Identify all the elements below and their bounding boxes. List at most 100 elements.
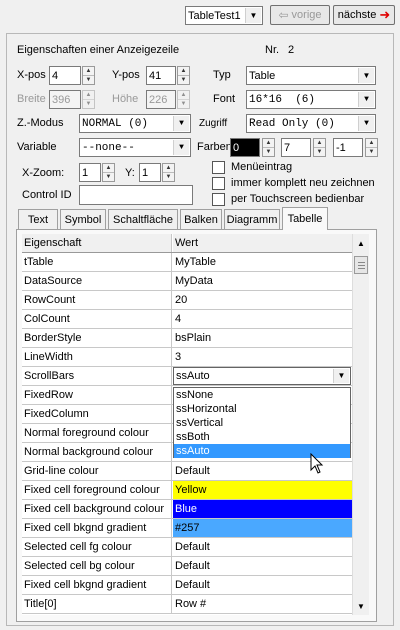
property-value[interactable]: Default: [173, 557, 352, 575]
table-row[interactable]: Selected cell bg colour Default: [22, 557, 352, 576]
menue-checkbox[interactable]: [212, 161, 225, 174]
table-row[interactable]: Grid-line colour Default: [22, 462, 352, 481]
xzoom-stepper[interactable]: ▲ ▼: [102, 163, 115, 182]
property-value[interactable]: 20: [173, 291, 352, 309]
farbe2-input[interactable]: 7: [281, 138, 311, 157]
xpos-stepper[interactable]: ▲ ▼: [82, 66, 95, 85]
property-value[interactable]: Yellow: [173, 481, 352, 499]
table-row[interactable]: BorderStyle bsPlain: [22, 329, 352, 348]
record-select[interactable]: TableTest1 ▼: [185, 6, 263, 25]
variable-select[interactable]: --none-- ▼: [79, 138, 191, 157]
prev-button[interactable]: ⇦ vorige: [270, 5, 330, 25]
scrollbars-select[interactable]: ssAuto ▼: [173, 367, 352, 385]
property-name: ScrollBars: [22, 367, 172, 385]
farbe3-input[interactable]: -1: [333, 138, 363, 157]
property-name: Title[0]: [22, 595, 172, 613]
table-row[interactable]: tTable MyTable: [22, 253, 352, 272]
table-row[interactable]: Fixed cell bkgnd gradient Default: [22, 576, 352, 595]
yzoom-input[interactable]: 1: [139, 163, 161, 182]
nr-value: 2: [288, 44, 295, 56]
xpos-input[interactable]: 4: [49, 66, 81, 85]
dropdown-option[interactable]: ssHorizontal: [174, 402, 350, 416]
yzoom-stepper[interactable]: ▲ ▼: [162, 163, 175, 182]
dropdown-option[interactable]: ssBoth: [174, 430, 350, 444]
table-row[interactable]: RowCount 20: [22, 291, 352, 310]
property-value[interactable]: 3: [173, 348, 352, 366]
chevron-down-icon[interactable]: ▼: [333, 369, 349, 383]
farbe3-stepper[interactable]: ▲ ▼: [365, 138, 378, 157]
dropdown-option[interactable]: ssVertical: [174, 416, 350, 430]
ypos-stepper[interactable]: ▲ ▼: [177, 66, 190, 85]
variable-value: --none--: [82, 141, 135, 154]
xzoom-input[interactable]: 1: [79, 163, 101, 182]
table-row[interactable]: Fixed cell background colour Blue: [22, 500, 352, 519]
tab-schaltflaeche[interactable]: Schaltfläche: [108, 209, 178, 229]
property-value[interactable]: Row #: [173, 595, 352, 613]
chevron-down-icon[interactable]: ▼: [358, 92, 374, 107]
zugriff-select[interactable]: Read Only (0) ▼: [246, 114, 376, 133]
table-row[interactable]: Fixed cell foreground colour Yellow: [22, 481, 352, 500]
tab-text[interactable]: Text: [18, 209, 58, 229]
scroll-down-icon[interactable]: ▼: [353, 599, 369, 613]
table-row[interactable]: DataSource MyData: [22, 272, 352, 291]
property-name: Selected cell fg colour: [22, 538, 172, 556]
grid-header: Eigenschaft Wert: [22, 234, 352, 253]
breite-label: Breite: [17, 93, 46, 105]
touch-label: per Touchscreen bedienbar: [231, 193, 365, 205]
typ-select[interactable]: Table ▼: [246, 66, 376, 85]
font-select[interactable]: 16*16 (6) ▼: [246, 90, 376, 109]
up-arrow-icon: ▲: [83, 91, 94, 100]
property-value[interactable]: Default: [173, 462, 352, 480]
controlid-label: Control ID: [22, 189, 72, 201]
ypos-input[interactable]: 41: [146, 66, 176, 85]
tab-symbol[interactable]: Symbol: [60, 209, 106, 229]
property-name: Fixed cell foreground colour: [22, 481, 172, 499]
arrow-right-icon: ➜: [379, 7, 391, 22]
table-row[interactable]: Fixed cell bkgnd gradient #257: [22, 519, 352, 538]
farbe2-stepper[interactable]: ▲ ▼: [313, 138, 326, 157]
property-value[interactable]: 4: [173, 310, 352, 328]
property-value[interactable]: bsPlain: [173, 329, 352, 347]
property-value[interactable]: Blue: [173, 500, 352, 518]
scroll-thumb[interactable]: [354, 256, 368, 274]
property-value[interactable]: MyData: [173, 272, 352, 290]
controlid-input[interactable]: [79, 185, 193, 205]
scrollbars-select-box[interactable]: ssAuto ▼: [173, 367, 351, 385]
mouse-cursor-icon: [310, 452, 324, 478]
farbe1-stepper[interactable]: ▲ ▼: [262, 138, 275, 157]
zmodus-select[interactable]: NORMAL (0) ▼: [79, 114, 191, 133]
table-row[interactable]: ScrollBars ssAuto ▼: [22, 367, 352, 386]
chevron-down-icon[interactable]: ▼: [245, 8, 261, 23]
chevron-down-icon[interactable]: ▼: [358, 116, 374, 131]
chevron-down-icon[interactable]: ▼: [173, 116, 189, 131]
table-row[interactable]: ColCount 4: [22, 310, 352, 329]
property-name: tTable: [22, 253, 172, 271]
touch-checkbox[interactable]: [212, 193, 225, 206]
komplett-checkbox[interactable]: [212, 177, 225, 190]
tab-balken[interactable]: Balken: [180, 209, 222, 229]
arrow-left-icon: ⇦: [278, 8, 289, 22]
table-row[interactable]: Selected cell fg colour Default: [22, 538, 352, 557]
col-header-eigenschaft[interactable]: Eigenschaft: [22, 234, 172, 252]
dropdown-option[interactable]: ssNone: [174, 388, 350, 402]
scroll-up-icon[interactable]: ▲: [353, 236, 369, 250]
up-arrow-icon: ▲: [366, 139, 377, 148]
table-row[interactable]: Title[0] Row #: [22, 595, 352, 614]
tab-diagramm[interactable]: Diagramm: [224, 209, 280, 229]
chevron-down-icon[interactable]: ▼: [358, 68, 374, 83]
property-value[interactable]: #257: [173, 519, 352, 537]
col-header-wert[interactable]: Wert: [173, 234, 352, 252]
property-value[interactable]: Default: [173, 576, 352, 594]
farbe1-input[interactable]: 0: [230, 138, 260, 157]
xzoom-label: X-Zoom:: [22, 167, 65, 179]
property-name: Grid-line colour: [22, 462, 172, 480]
tab-tabelle[interactable]: Tabelle: [282, 207, 328, 230]
grid-scrollbar[interactable]: ▲ ▼: [352, 234, 369, 615]
property-value[interactable]: Default: [173, 538, 352, 556]
up-arrow-icon: ▲: [263, 139, 274, 148]
property-value[interactable]: MyTable: [173, 253, 352, 271]
next-button[interactable]: nächste ➜: [333, 5, 395, 25]
table-row[interactable]: LineWidth 3: [22, 348, 352, 367]
chevron-down-icon[interactable]: ▼: [173, 140, 189, 155]
scrollbars-dropdown-list[interactable]: ssNone ssHorizontal ssVertical ssBoth ss…: [173, 387, 351, 458]
